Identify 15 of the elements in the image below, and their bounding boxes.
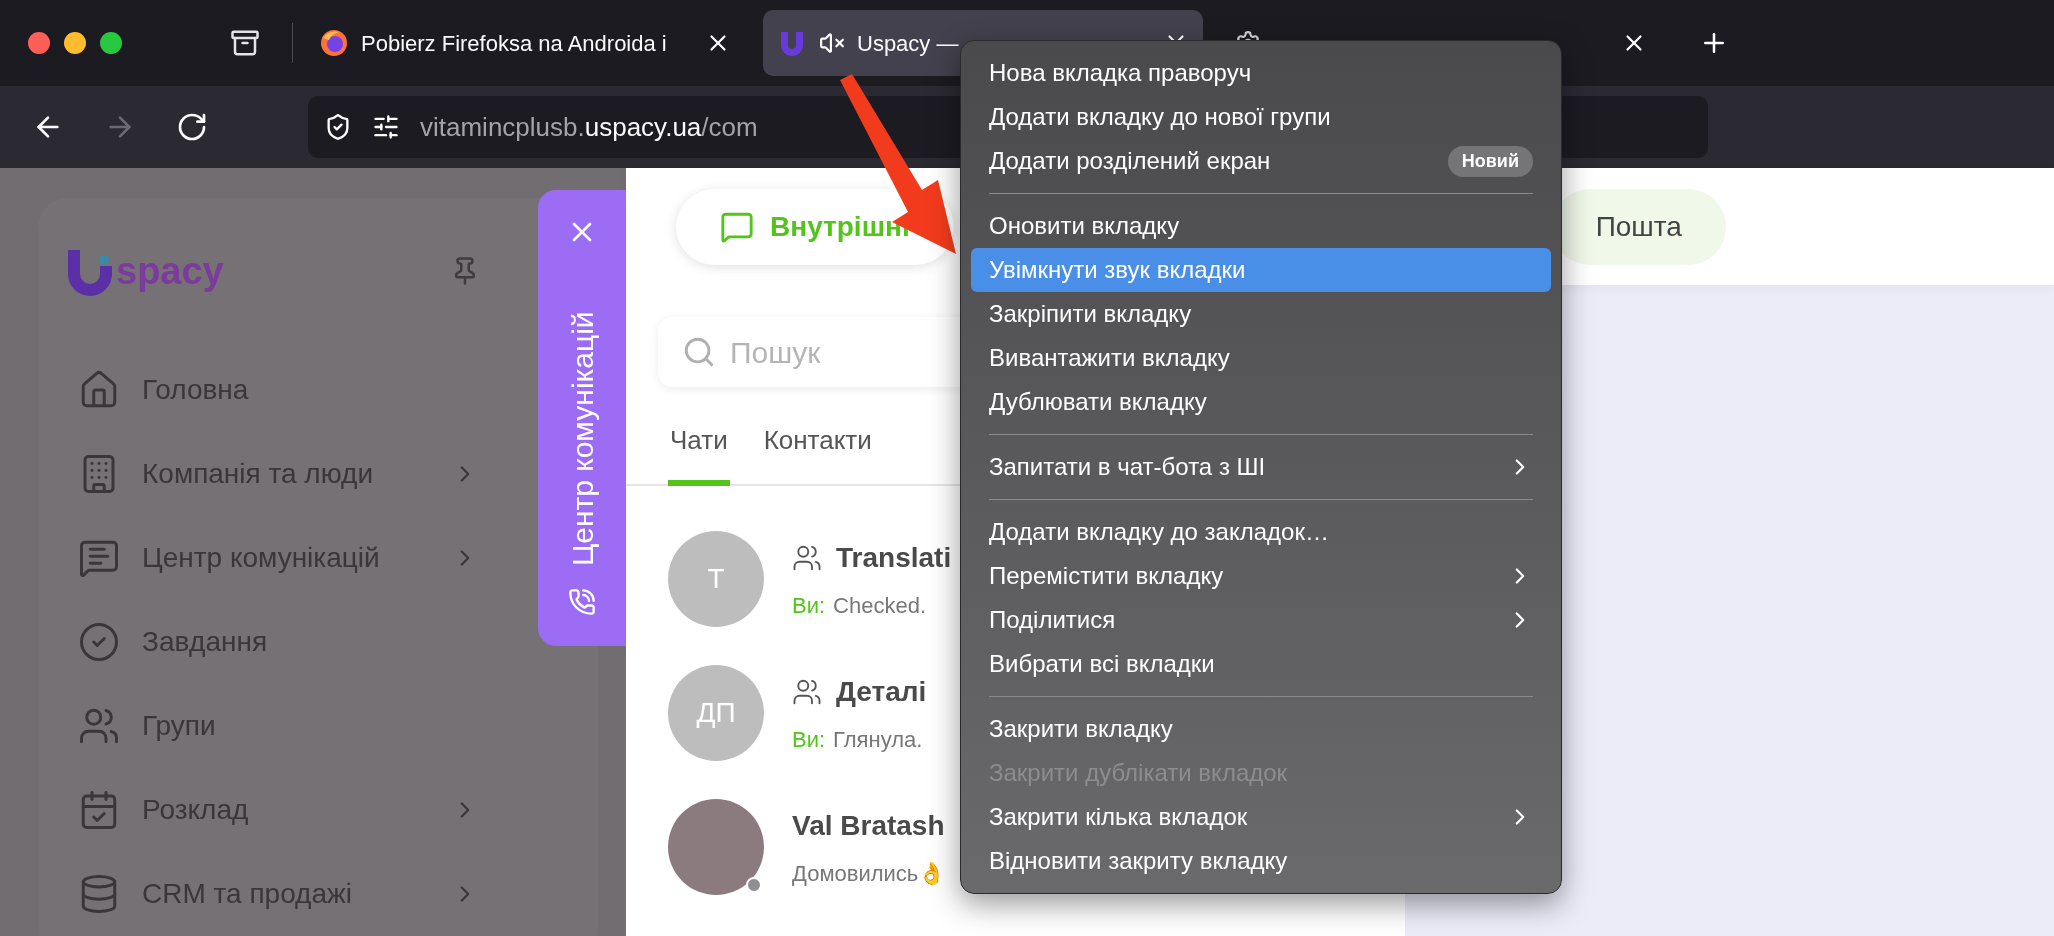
chat-name: Translati: [836, 540, 952, 575]
new-badge: Новий: [1447, 145, 1533, 177]
tab-title: Uspacy —: [857, 29, 959, 58]
message-preview: Checked.: [833, 591, 927, 620]
avatar: Т: [668, 531, 764, 627]
message-preview: Домовились👌: [792, 859, 946, 888]
chat-name: Val Bratash: [792, 808, 945, 843]
url-text: vitamincplusb.uspacy.ua/com: [420, 110, 758, 144]
avatar: ДП: [668, 665, 764, 761]
sender-label: Ви:: [792, 725, 826, 754]
app-logo: spacy: [64, 246, 224, 296]
message-preview: Глянула.: [833, 725, 923, 754]
tab-title: Pobierz Firefoksa na Androida i: [361, 29, 667, 58]
chat-name: Деталі: [836, 674, 927, 709]
sender-label: Ви:: [792, 591, 826, 620]
